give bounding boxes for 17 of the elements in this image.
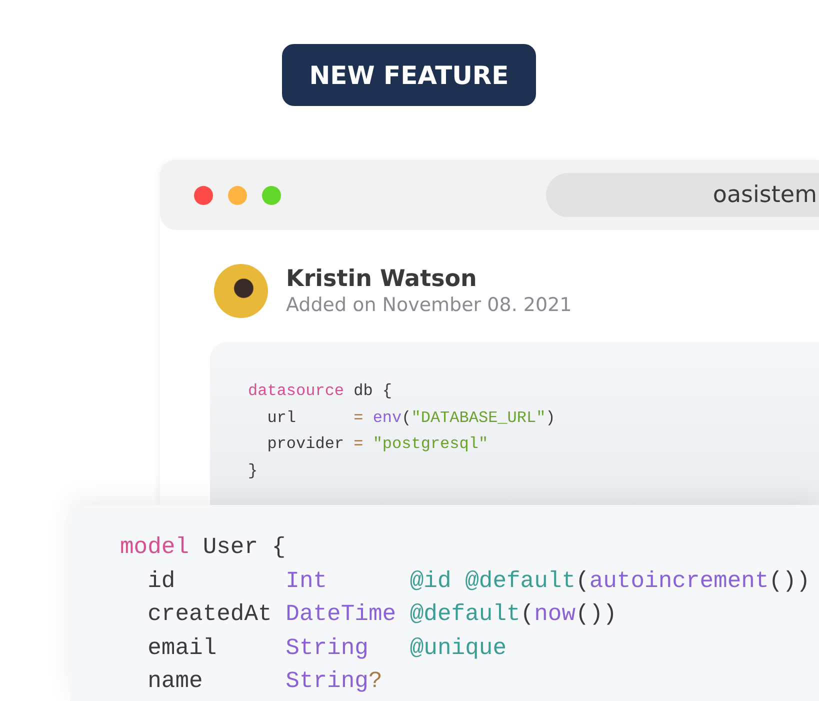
code-line: url = env("DATABASE_URL") <box>266 408 556 428</box>
maximize-icon[interactable] <box>262 186 281 204</box>
code-line: name String? <box>146 667 382 696</box>
avatar-photo <box>214 264 268 318</box>
code-line: id Int @id @default(autoincrement()) <box>146 566 810 596</box>
new-feature-badge: NEW FEATURE <box>282 44 536 106</box>
address-bar[interactable]: oasistem <box>546 173 819 217</box>
code-line: email String @unique <box>146 634 506 662</box>
code-line: createdAt DateTime @default(now()) <box>146 600 617 629</box>
close-icon[interactable] <box>194 186 213 204</box>
minimize-icon[interactable] <box>228 186 247 204</box>
added-date: Added on November 08. 2021 <box>286 294 572 316</box>
code-line: provider = "postgresql" <box>266 434 488 455</box>
code-line: } <box>248 460 258 482</box>
code-line: model User { <box>120 533 286 562</box>
author-name: Kristin Watson <box>286 266 478 292</box>
code-line: datasource db { <box>248 381 392 402</box>
